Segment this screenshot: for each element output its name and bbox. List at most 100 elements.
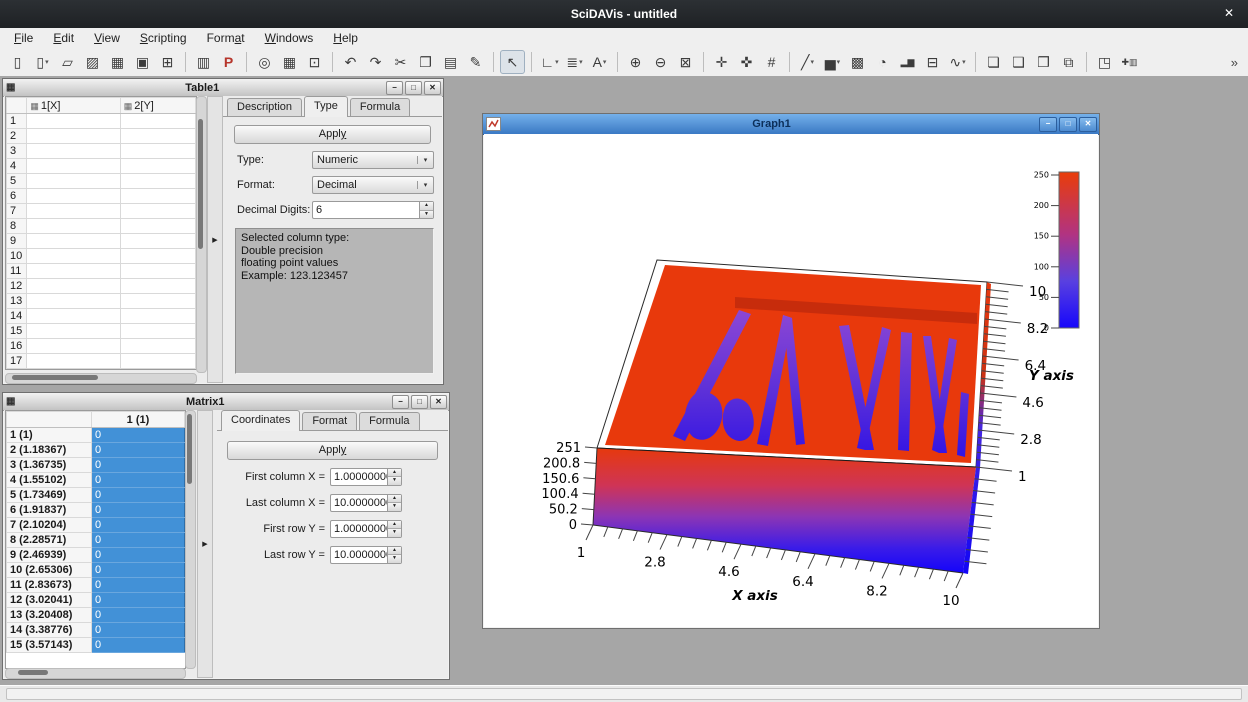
matrix1-row-header[interactable]: 4 (1.55102) xyxy=(7,473,92,488)
table1-apply-button[interactable]: Apply xyxy=(234,125,431,144)
matrix1-cell-selected[interactable]: 0 xyxy=(91,548,184,563)
decimal-digits-spinbox[interactable]: 6▲▼ xyxy=(312,201,434,219)
matrix1-hscroll-thumb[interactable] xyxy=(18,670,48,675)
matrix1-maximize-button[interactable]: □ xyxy=(411,395,428,409)
table1-column-header-1[interactable]: ▦1[X] xyxy=(27,98,120,114)
matrix1-cell-selected[interactable]: 0 xyxy=(91,458,184,473)
table1-cell[interactable] xyxy=(120,324,195,339)
cut-button[interactable]: ✂ xyxy=(389,51,412,73)
format-combobox[interactable]: Decimal▾ xyxy=(312,176,434,194)
add-column-button[interactable]: ✚▥ xyxy=(1118,51,1141,73)
graph1-close-button[interactable]: ✕ xyxy=(1079,117,1097,132)
matrix1-sheet[interactable]: 1 (1)1 (1)02 (1.18367)03 (1.36735)04 (1.… xyxy=(5,410,186,669)
graph1-minimize-button[interactable]: − xyxy=(1039,117,1057,132)
matrix1-cell-selected[interactable]: 0 xyxy=(91,638,184,653)
table1-titlebar[interactable]: ▦ Table1 −□✕ xyxy=(3,79,443,97)
print-button[interactable]: ▥ xyxy=(192,51,215,73)
matrix1-row-header[interactable]: 9 (2.46939) xyxy=(7,548,92,563)
text-button[interactable]: A▾ xyxy=(588,51,611,73)
table1-row-header[interactable]: 12 xyxy=(7,279,27,294)
menu-scripting[interactable]: Scripting xyxy=(130,29,197,47)
copy-button[interactable]: ❐ xyxy=(414,51,437,73)
table1-tab-description[interactable]: Description xyxy=(227,98,302,116)
add-layer-button[interactable]: ❒ xyxy=(1032,51,1055,73)
matrix1-row-header[interactable]: 11 (2.83673) xyxy=(7,578,92,593)
matrix1-row-header[interactable]: 8 (2.28571) xyxy=(7,533,92,548)
table1-row-header[interactable]: 13 xyxy=(7,294,27,309)
matrix1-row-header[interactable]: 1 (1) xyxy=(7,428,92,443)
project-explorer-button[interactable]: ◎ xyxy=(253,51,276,73)
spin-up-icon[interactable]: ▲ xyxy=(420,202,433,211)
matrix1-titlebar[interactable]: ▦ Matrix1 −□✕ xyxy=(3,393,449,411)
matrix1-cell-selected[interactable]: 0 xyxy=(91,443,184,458)
draw-line-button[interactable]: ╱▾ xyxy=(796,51,819,73)
show-table-button[interactable]: ▦ xyxy=(278,51,301,73)
zoom-in-button[interactable]: ⊕ xyxy=(624,51,647,73)
table1-row-header[interactable]: 8 xyxy=(7,219,27,234)
spin-down-icon[interactable]: ▼ xyxy=(388,555,401,563)
matrix1-vscrollbar[interactable] xyxy=(185,410,196,669)
histogram-button[interactable]: ▂▆ xyxy=(896,51,919,73)
table1-cell[interactable] xyxy=(120,234,195,249)
table1-row-header[interactable]: 1 xyxy=(7,114,27,129)
matrix1-close-button[interactable]: ✕ xyxy=(430,395,447,409)
spin-down-icon[interactable]: ▼ xyxy=(388,477,401,485)
table1-row-header[interactable]: 7 xyxy=(7,204,27,219)
matrix1-tab-format[interactable]: Format xyxy=(302,412,357,430)
table1-cell[interactable] xyxy=(27,309,120,324)
matrix1-cell-selected[interactable]: 0 xyxy=(91,563,184,578)
spin-up-icon[interactable]: ▲ xyxy=(388,547,401,556)
matrix1-row-header[interactable]: 2 (1.18367) xyxy=(7,443,92,458)
arrange-layers-button[interactable]: ⧉ xyxy=(1057,51,1080,73)
paste-button[interactable]: ▤ xyxy=(439,51,462,73)
matrix1-vscroll-thumb[interactable] xyxy=(187,414,192,484)
table1-sheet[interactable]: ▦1[X]▦2[Y]1234567891011121314151617 xyxy=(5,96,197,370)
new-project-button[interactable]: ▯ xyxy=(6,51,29,73)
plot-button[interactable]: ▅▾ xyxy=(821,51,844,73)
table1-row-header[interactable]: 15 xyxy=(7,324,27,339)
table1-cell[interactable] xyxy=(120,279,195,294)
table1-row-header[interactable]: 6 xyxy=(7,189,27,204)
matrix1-row-header[interactable]: 15 (3.57143) xyxy=(7,638,92,653)
table1-row-header[interactable]: 14 xyxy=(7,309,27,324)
matrix1-cell-selected[interactable]: 0 xyxy=(91,503,184,518)
table1-cell[interactable] xyxy=(120,189,195,204)
grid-button[interactable]: ≣▾ xyxy=(563,51,586,73)
save-project-button[interactable]: ▣ xyxy=(131,51,154,73)
save-as-button[interactable]: ⊞ xyxy=(156,51,179,73)
table1-hscrollbar[interactable] xyxy=(5,373,197,384)
table1-cell[interactable] xyxy=(27,234,120,249)
spin-up-icon[interactable]: ▲ xyxy=(388,495,401,504)
table1-collapse-strip[interactable]: ▶ xyxy=(207,96,223,383)
lock-button[interactable]: ⊡ xyxy=(303,51,326,73)
undo-button[interactable]: ↶ xyxy=(339,51,362,73)
matrix1-row-header[interactable]: 7 (2.10204) xyxy=(7,518,92,533)
table1-cell[interactable] xyxy=(27,324,120,339)
table1-cell[interactable] xyxy=(120,249,195,264)
graph1-maximize-button[interactable]: □ xyxy=(1059,117,1077,132)
matrix1-cell-selected[interactable]: 0 xyxy=(91,473,184,488)
first-column-x-spinbox[interactable]: 1.00000000▲▼ xyxy=(330,468,402,486)
matrix1-collapse-strip[interactable]: ▶ xyxy=(197,410,213,678)
table1-row-header[interactable]: 4 xyxy=(7,159,27,174)
matrix1-row-header[interactable]: 14 (3.38776) xyxy=(7,623,92,638)
graph1-titlebar[interactable]: Graph1 −□✕ xyxy=(483,114,1099,135)
toolbar-overflow-button[interactable]: » xyxy=(1231,55,1238,70)
matrix1-cell-selected[interactable]: 0 xyxy=(91,578,184,593)
matrix1-row-header[interactable]: 10 (2.65306) xyxy=(7,563,92,578)
table1-row-header[interactable]: 3 xyxy=(7,144,27,159)
pointer-button[interactable]: ↖ xyxy=(500,50,525,74)
table1-cell[interactable] xyxy=(27,249,120,264)
export-pdf-button[interactable]: P xyxy=(217,51,240,73)
table1-cell[interactable] xyxy=(120,219,195,234)
table1-cell[interactable] xyxy=(27,339,120,354)
app-close-button[interactable]: ✕ xyxy=(1224,6,1234,20)
menu-file[interactable]: File xyxy=(4,29,43,47)
append-project-button[interactable]: ▨ xyxy=(81,51,104,73)
spin-up-icon[interactable]: ▲ xyxy=(388,521,401,530)
matrix1-row-header[interactable]: 5 (1.73469) xyxy=(7,488,92,503)
data-reader-button[interactable]: ✜ xyxy=(735,51,758,73)
table1-row-header[interactable]: 2 xyxy=(7,129,27,144)
matrix1-column-header[interactable]: 1 (1) xyxy=(91,412,184,428)
spin-down-icon[interactable]: ▼ xyxy=(388,503,401,511)
